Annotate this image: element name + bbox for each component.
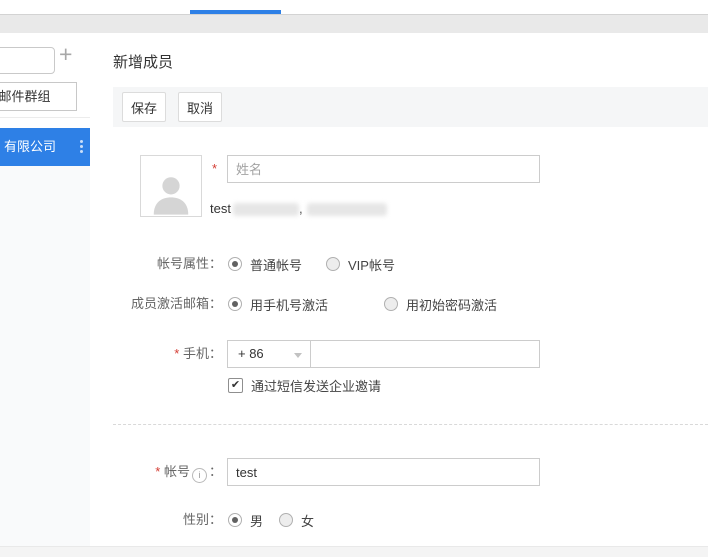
name-required-mark: * xyxy=(212,161,217,176)
radio-gender-female[interactable] xyxy=(279,513,293,527)
info-icon[interactable]: i xyxy=(192,468,207,483)
page-title: 新增成员 xyxy=(113,51,173,72)
radio-vip-account[interactable] xyxy=(326,257,340,271)
sidebar-search-input[interactable] xyxy=(0,47,55,74)
bottom-strip xyxy=(0,546,708,557)
redacted-text-blur xyxy=(233,203,299,216)
section-divider xyxy=(113,424,708,425)
caret-down-icon xyxy=(294,353,302,358)
phone-input[interactable] xyxy=(310,340,540,368)
cancel-button[interactable]: 取消 xyxy=(178,92,222,122)
gender-label: 性别： xyxy=(90,506,222,534)
radio-normal-account-label[interactable]: 普通帐号 xyxy=(250,255,302,274)
sidebar-item-org[interactable]: 有限公司 xyxy=(0,128,90,166)
phone-label-text: 手机： xyxy=(183,346,222,361)
sidebar-item-mail-group[interactable]: 邮件群组 xyxy=(0,82,77,111)
redacted-text-blur xyxy=(307,203,387,216)
member-add-page: + 邮件群组 有限公司 新增成员 保存 取消 * test, 帐号属性： 普通帐… xyxy=(0,0,708,557)
radio-activate-by-phone-label[interactable]: 用手机号激活 xyxy=(250,295,328,314)
radio-activate-by-phone[interactable] xyxy=(228,297,242,311)
avatar-upload[interactable] xyxy=(140,155,202,217)
account-preview-text: test, xyxy=(210,201,387,216)
radio-gender-male[interactable] xyxy=(228,513,242,527)
country-code-select[interactable]: + 86 xyxy=(227,340,311,368)
activation-options: 用手机号激活 用初始密码激活 xyxy=(228,290,497,318)
sidebar-empty-area xyxy=(0,166,90,557)
org-name-label: 有限公司 xyxy=(4,139,56,154)
person-icon xyxy=(148,170,194,216)
phone-label: * 手机： xyxy=(90,340,222,368)
account-label: * 帐号i： xyxy=(90,458,222,486)
account-label-colon: ： xyxy=(209,464,222,479)
gender-options: 男 女 xyxy=(228,506,314,534)
account-preview-prefix: test xyxy=(210,201,231,216)
radio-normal-account[interactable] xyxy=(228,257,242,271)
account-required-mark: * xyxy=(155,464,160,479)
activation-label: 成员激活邮箱： xyxy=(90,290,222,318)
phone-required-mark: * xyxy=(174,346,179,361)
account-type-label: 帐号属性： xyxy=(90,250,222,278)
account-type-options: 普通帐号 VIP帐号 xyxy=(228,250,395,278)
radio-vip-account-label[interactable]: VIP帐号 xyxy=(348,255,395,274)
sms-invite-checkbox[interactable]: ✔ xyxy=(228,378,243,393)
top-gray-bar xyxy=(0,14,708,33)
sms-invite-label[interactable]: 通过短信发送企业邀请 xyxy=(251,376,381,395)
save-button[interactable]: 保存 xyxy=(122,92,166,122)
sms-invite-row: ✔ 通过短信发送企业邀请 xyxy=(228,372,381,398)
radio-gender-male-label[interactable]: 男 xyxy=(250,511,263,530)
name-input[interactable] xyxy=(227,155,540,183)
toolbar: 保存 取消 xyxy=(113,87,708,127)
add-group-button[interactable]: + xyxy=(59,43,72,66)
country-code-value: + 86 xyxy=(238,346,264,361)
radio-activate-by-password-label[interactable]: 用初始密码激活 xyxy=(406,295,497,314)
account-input[interactable] xyxy=(227,458,540,486)
account-label-text: 帐号 xyxy=(164,464,190,479)
kebab-menu-icon[interactable] xyxy=(80,140,83,153)
radio-activate-by-password[interactable] xyxy=(384,297,398,311)
sidebar-divider xyxy=(0,117,90,118)
sidebar: + 邮件群组 有限公司 xyxy=(0,33,90,557)
account-preview-separator: , xyxy=(299,201,303,216)
radio-gender-female-label[interactable]: 女 xyxy=(301,511,314,530)
